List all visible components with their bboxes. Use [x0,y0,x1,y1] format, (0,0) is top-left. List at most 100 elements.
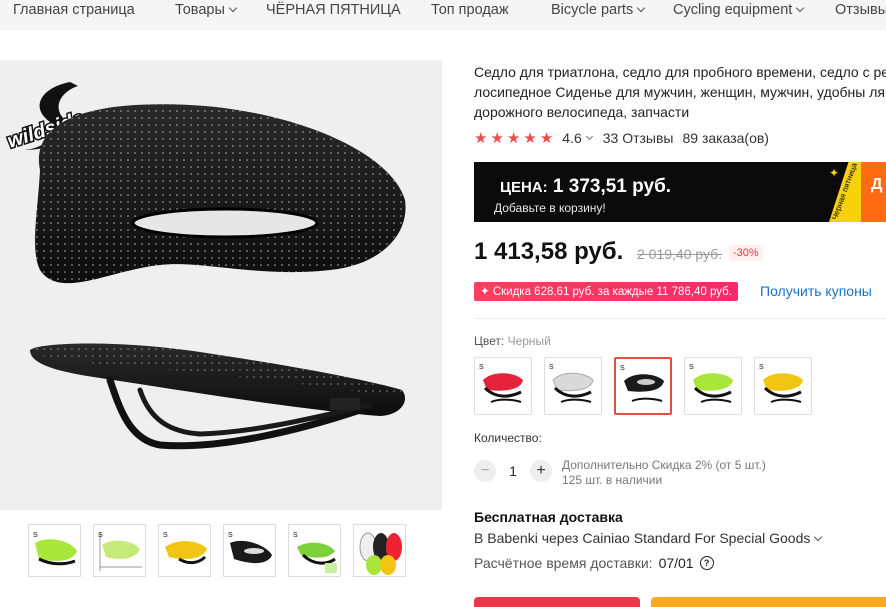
color-value: Черный [507,334,551,348]
product-main-image[interactable]: wildside [0,60,442,510]
delivery-time-label: Расчётное время доставки: [474,555,653,571]
quantity-plus-button[interactable]: + [530,460,552,482]
nav-cycling-equipment[interactable]: Cycling equipment [673,0,805,18]
nav-black-friday-label: ЧЁРНАЯ ПЯТНИЦА [266,2,401,18]
nav-cycling-equipment-label: Cycling equipment [673,2,793,18]
delivery-time: Расчётное время доставки: 07/01 ? [474,555,714,571]
thumbnail-2[interactable]: S [93,524,146,577]
nav-products[interactable]: Товары [175,0,238,18]
reviews-count[interactable]: 33 Отзывы [603,130,674,146]
thumbnail-5[interactable]: S [288,524,341,577]
nav-products-label: Товары [175,2,225,18]
orders-count: 89 заказа(ов) [682,130,769,146]
star-icon: ★ [490,130,504,147]
quantity-minus-button[interactable]: − [474,460,496,482]
svg-text:S: S [620,365,625,372]
coupon-badge: ✦ Скидка 628,61 руб. за каждые 11 786,40… [474,282,738,301]
chevron-down-icon [585,132,593,141]
chevron-down-icon [228,3,238,13]
color-swatches: S S S S S [474,357,812,415]
star-icon: ★ [523,130,537,147]
nav-home[interactable]: Главная страница [13,0,135,18]
top-navigation: Главная страница Товары ЧЁРНАЯ ПЯТНИЦА Т… [0,0,886,30]
svg-text:S: S [293,532,298,539]
discount-badge: -30% [729,245,763,261]
swatch-black[interactable]: S [614,357,672,415]
nav-black-friday[interactable]: ЧЁРНАЯ ПЯТНИЦА [266,0,401,18]
svg-text:S: S [479,364,484,371]
rating-value[interactable]: 4.6 [562,130,581,146]
current-price: 1 413,58 руб. [474,238,624,265]
saddle-yellow-thumb: S [759,364,803,403]
swatch-yellow[interactable]: S [754,357,812,415]
thumbnail-saddle-green-side: S [293,532,337,573]
chevron-down-icon [814,532,823,542]
promo-banner[interactable]: ЦЕНА: 1 373,51 руб. Добавьте в корзину! … [474,162,886,222]
color-label: Цвет: Черный [474,334,551,348]
promo-price-line: ЦЕНА: 1 373,51 руб. [500,176,671,198]
star-icon: ★ [474,130,488,147]
color-label-text: Цвет: [474,334,505,348]
nav-bicycle-parts[interactable]: Bicycle parts [551,0,646,18]
delivery-time-value: 07/01 [658,555,694,571]
promo-subtitle: Добавьте в корзину! [494,201,606,215]
saddle-image: wildside [3,82,406,450]
nav-reviews[interactable]: Отзывы [835,0,886,18]
divider [474,318,886,319]
nav-reviews-label: Отзывы [835,2,886,18]
star-icon: ★ [506,130,521,147]
thumbnail-saddle-black: S [228,532,272,564]
quantity-info: Дополнительно Скидка 2% (от 5 шт.) 125 ш… [562,458,766,488]
svg-text:S: S [228,532,233,539]
stock-text: 125 шт. в наличии [562,473,663,487]
thumbnail-6[interactable] [353,524,406,577]
thumbnail-4[interactable]: S [223,524,276,577]
chevron-down-icon [636,3,646,13]
bulk-discount-text: Дополнительно Скидка 2% (от 5 шт.) [562,458,766,472]
svg-text:S: S [98,532,103,539]
thumbnail-strip: S S S S S [28,524,406,577]
thumbnail-saddle-yellow: S [163,532,207,565]
saddle-green-thumb: S [689,364,733,403]
swatch-green[interactable]: S [684,357,742,415]
thumbnail-saddle-diagram: S [98,532,142,571]
svg-text:S: S [689,364,694,371]
get-coupons-link[interactable]: Получить купоны [760,283,872,299]
rating-row: ★ ★ ★ ★ ★ 4.6 33 Отзывы 89 заказа(ов) [474,129,769,147]
buy-now-button[interactable] [474,597,640,607]
promo-price-label: ЦЕНА: [500,179,548,196]
quantity-stepper: − 1 + [474,460,552,482]
nav-top-sales-label: Топ продаж [431,2,509,18]
nav-bicycle-parts-label: Bicycle parts [551,2,634,18]
promo-price: 1 373,51 руб. [552,176,672,197]
svg-text:S: S [549,364,554,371]
saddle-black-thumb: S [620,365,664,402]
saddle-red-thumb: S [479,364,523,403]
chevron-down-icon [796,3,805,13]
nav-top-sales[interactable]: Топ продаж [431,0,509,18]
help-icon[interactable]: ? [699,556,714,570]
add-to-cart-button[interactable] [651,597,886,607]
nav-home-label: Главная страница [13,2,135,18]
svg-text:S: S [163,532,168,539]
quantity-label: Количество: [474,431,542,445]
saddle-white-thumb: S [549,364,594,403]
thumbnail-saddle-green: S [33,532,77,566]
shipping-method-text: В Babenki через Cainiao Standard For Spe… [474,530,811,546]
thumbnail-3[interactable]: S [158,524,211,577]
old-price: 2 019,40 руб. [637,246,723,262]
swatch-red[interactable]: S [474,357,532,415]
swatch-white[interactable]: S [544,357,602,415]
star-icon: ★ [539,130,554,147]
thumbnail-saddle-colors [359,532,402,575]
promo-side-text: Д [871,176,883,193]
svg-text:S: S [33,532,38,539]
quantity-value[interactable]: 1 [496,463,530,479]
product-title: Седло для триатлона, седло для пробного … [474,64,886,120]
shipping-title: Бесплатная доставка [474,509,623,525]
sparkle-icon: ✦ [829,166,840,180]
promo-side-panel: Д [861,162,886,222]
thumbnail-1[interactable]: S [28,524,81,577]
svg-text:S: S [759,364,764,371]
shipping-method[interactable]: В Babenki через Cainiao Standard For Spe… [474,530,823,546]
